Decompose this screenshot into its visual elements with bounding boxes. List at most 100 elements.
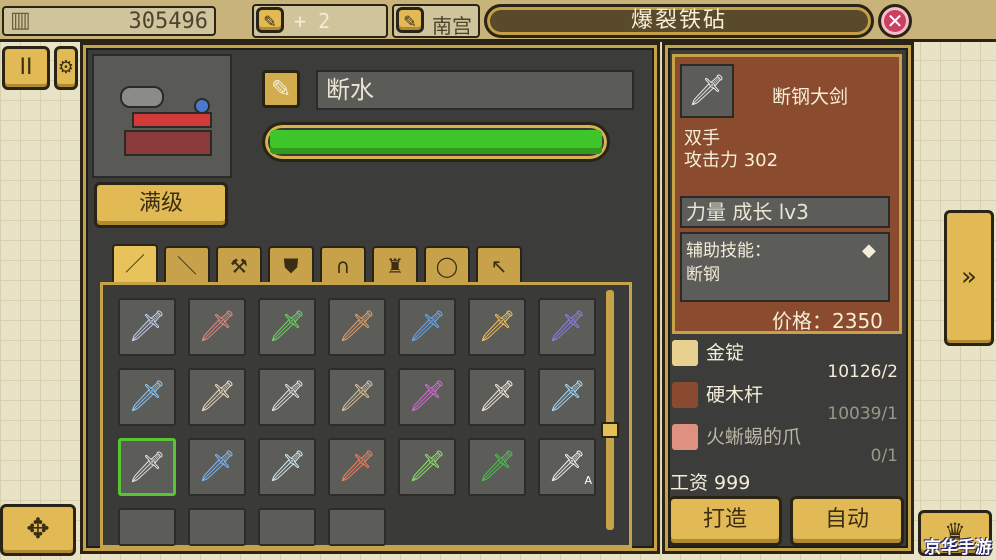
tab-helmet[interactable]: ∩ — [320, 246, 366, 284]
weapon-detail-name: 断钢大剑 — [772, 86, 849, 108]
weapon-slot[interactable]: 🗡 A — [538, 438, 596, 496]
weapon-slot[interactable]: 🗡 — [258, 368, 316, 426]
weapon-slot[interactable] — [118, 508, 176, 546]
weapon-slot[interactable] — [328, 508, 386, 546]
armor-icon: ♜ — [386, 254, 404, 278]
forge-button[interactable]: 打造 — [668, 496, 782, 546]
item-count: + 2 — [294, 9, 331, 33]
sword-icon: 🗡 — [407, 379, 447, 414]
title-banner: 爆裂铁砧 — [484, 4, 874, 38]
weapon-slot[interactable] — [188, 508, 246, 546]
gold-ingot-icon — [672, 340, 698, 366]
tab-ring[interactable]: ◯ — [424, 246, 470, 284]
growth-field: 力量 成长 lv3 — [680, 196, 890, 228]
pause-button[interactable]: II — [2, 46, 50, 90]
machine-gauge — [194, 98, 210, 114]
ring-icon: ◯ — [435, 254, 459, 278]
tab-armor[interactable]: ♜ — [372, 246, 418, 284]
weapon-slot[interactable]: 🗡 — [538, 298, 596, 356]
weapon-slot[interactable]: 🗡 — [188, 368, 246, 426]
weapon-slot[interactable]: 🗡 — [398, 368, 456, 426]
weapon-name-field[interactable]: 断水 — [316, 70, 634, 110]
pickaxe-icon: ↖ — [490, 254, 508, 278]
next-page-button[interactable]: » — [944, 210, 994, 346]
skill-name: 断钢 — [686, 265, 720, 285]
hardwood-stick-icon — [672, 382, 698, 408]
tab-sword[interactable]: ／ — [112, 244, 158, 286]
wage-label: 工资 999 — [670, 472, 751, 494]
machine-heater — [132, 112, 212, 128]
sword-icon: 🗡 — [407, 449, 447, 484]
material-name: 硬木杆 — [706, 384, 764, 406]
sword-icon: 🗡 — [337, 379, 377, 414]
weapon-slot[interactable]: 🗡 — [468, 368, 526, 426]
weapon-slot[interactable]: 🗡 — [328, 298, 386, 356]
auto-button[interactable]: 自动 — [790, 496, 904, 546]
weapon-slot[interactable]: 🗡 — [468, 438, 526, 496]
greatsword-icon: 🗡 — [680, 64, 734, 118]
scrollbar-track[interactable] — [606, 290, 614, 530]
material-quantity: 0/1 — [870, 446, 898, 466]
eraser-icon: ◆ — [862, 240, 876, 261]
spear-icon: ＼ — [177, 254, 197, 278]
weapon-slot[interactable]: 🗡 — [328, 438, 386, 496]
weapon-slot[interactable] — [258, 508, 316, 546]
settings-button[interactable]: ⚙ — [54, 46, 78, 90]
weapon-slot[interactable]: 🗡 — [538, 368, 596, 426]
material-quantity: 10126/2 — [827, 362, 898, 382]
region-label-box: ✎ 南宫 — [392, 4, 480, 38]
weapon-slot[interactable]: 🗡 — [118, 368, 176, 426]
page-title: 爆裂铁砧 — [630, 8, 727, 33]
material-name: 金锭 — [706, 342, 745, 364]
sword-icon: 🗡 — [267, 309, 307, 344]
weapon-slot[interactable]: 🗡 — [398, 438, 456, 496]
tab-spear[interactable]: ＼ — [164, 246, 210, 284]
region-label: 南宫 — [432, 14, 472, 38]
gold-counter: ▥ 305496 — [2, 6, 216, 36]
tab-pickaxe[interactable]: ↖ — [476, 246, 522, 284]
weapon-slot[interactable]: 🗡 — [328, 368, 386, 426]
sword-icon: 🗡 — [407, 309, 447, 344]
scrollbar-thumb[interactable] — [601, 422, 619, 438]
weapon-badge: A — [584, 474, 592, 487]
sword-icon: 🗡 — [547, 449, 587, 484]
next-arrow-icon: » — [961, 262, 977, 292]
weapon-slot[interactable]: 🗡 — [258, 298, 316, 356]
weapon-type-icon: ✎ — [262, 70, 300, 108]
close-button[interactable]: ✕ — [878, 4, 912, 38]
feather-icon: ✎ — [256, 7, 284, 33]
item-counter: ✎ + 2 — [252, 4, 388, 38]
watermark: 京华手游 — [924, 538, 992, 558]
machine-tank — [120, 86, 164, 108]
sword-icon: 🗡 — [197, 309, 237, 344]
weapon-slot[interactable]: 🗡 — [468, 298, 526, 356]
sword-icon: 🗡 — [337, 309, 377, 344]
weapon-slot[interactable]: 🗡 — [258, 438, 316, 496]
weapon-slot[interactable]: 🗡 — [188, 438, 246, 496]
sword-icon: 🗡 — [547, 309, 587, 344]
weapon-slot[interactable]: 🗡 — [398, 298, 456, 356]
salamander-claw-icon — [672, 424, 698, 450]
helmet-icon: ∩ — [335, 254, 351, 278]
weapon-slot[interactable]: 🗡 — [118, 438, 176, 496]
weapon-attack: 攻击力 302 — [684, 150, 779, 171]
anvil-machine-image — [92, 54, 232, 178]
weapon-price: 价格：2350 — [772, 309, 883, 333]
sword-icon: 🗡 — [477, 379, 517, 414]
sword-icon: 🗡 — [547, 379, 587, 414]
max-level-button[interactable]: 满级 — [94, 182, 228, 228]
skill-label: 辅助技能： — [686, 241, 771, 261]
weapon-slot[interactable]: 🗡 — [118, 298, 176, 356]
tab-axe[interactable]: ⚒ — [216, 246, 262, 284]
tab-shield[interactable]: ⛊ — [268, 246, 314, 284]
scroll-icon: ✎ — [396, 7, 424, 33]
sword-icon: 🗡 — [127, 379, 167, 414]
sword-icon: 🗡 — [197, 449, 237, 484]
sword-icon: 🗡 — [127, 309, 167, 344]
weapon-slot[interactable]: 🗡 — [188, 298, 246, 356]
gear-icon: ⚙ — [57, 57, 75, 78]
move-button[interactable]: ✥ — [0, 504, 76, 556]
material-name: 火蜥蜴的爪 — [706, 426, 802, 448]
sword-icon: 🗡 — [477, 449, 517, 484]
sword-icon: 🗡 — [337, 449, 377, 484]
